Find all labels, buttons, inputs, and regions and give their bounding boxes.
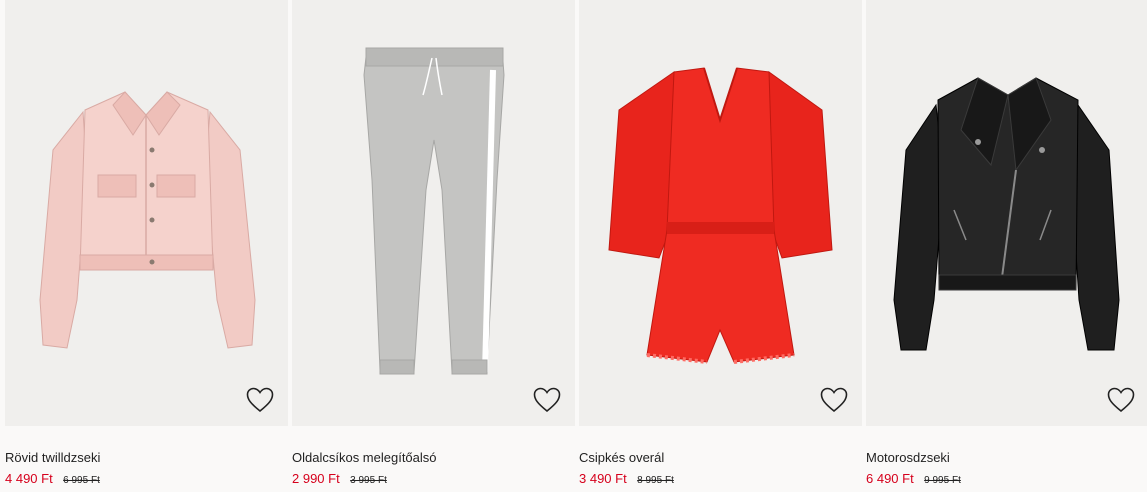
heart-icon[interactable] (1107, 387, 1135, 413)
playsuit-icon (608, 67, 833, 364)
product-image[interactable] (292, 0, 575, 426)
product-name[interactable]: Motorosdzseki (866, 450, 950, 465)
product-card[interactable]: Csipkés overál 3 490 Ft 8 995 Ft (579, 0, 862, 492)
original-price: 8 995 Ft (637, 475, 674, 486)
product-prices: 4 490 Ft 6 995 Ft (5, 470, 100, 488)
heart-icon[interactable] (246, 387, 274, 413)
product-grid: Rövid twilldzseki 4 490 Ft 6 995 Ft Olda… (0, 0, 1147, 492)
sale-price: 4 490 Ft (5, 471, 53, 486)
original-price: 3 995 Ft (350, 475, 387, 486)
product-image[interactable] (5, 0, 288, 426)
product-name[interactable]: Rövid twilldzseki (5, 450, 100, 465)
product-name[interactable]: Csipkés overál (579, 450, 664, 465)
denim-jacket-icon (39, 91, 256, 349)
heart-icon[interactable] (533, 387, 561, 413)
product-name[interactable]: Oldalcsíkos melegítőalsó (292, 450, 437, 465)
sale-price: 3 490 Ft (579, 471, 627, 486)
product-image[interactable] (579, 0, 862, 426)
product-image[interactable] (866, 0, 1147, 426)
sweatpants-icon (363, 47, 505, 375)
product-card[interactable]: Rövid twilldzseki 4 490 Ft 6 995 Ft (5, 0, 288, 492)
product-prices: 3 490 Ft 8 995 Ft (579, 470, 674, 488)
original-price: 6 995 Ft (63, 475, 100, 486)
biker-jacket-icon (893, 77, 1120, 351)
product-prices: 2 990 Ft 3 995 Ft (292, 470, 387, 488)
product-prices: 6 490 Ft 9 995 Ft (866, 470, 961, 488)
heart-icon[interactable] (820, 387, 848, 413)
sale-price: 2 990 Ft (292, 471, 340, 486)
original-price: 9 995 Ft (924, 475, 961, 486)
product-card[interactable]: Oldalcsíkos melegítőalsó 2 990 Ft 3 995 … (292, 0, 575, 492)
product-card[interactable]: Motorosdzseki 6 490 Ft 9 995 Ft (866, 0, 1147, 492)
sale-price: 6 490 Ft (866, 471, 914, 486)
